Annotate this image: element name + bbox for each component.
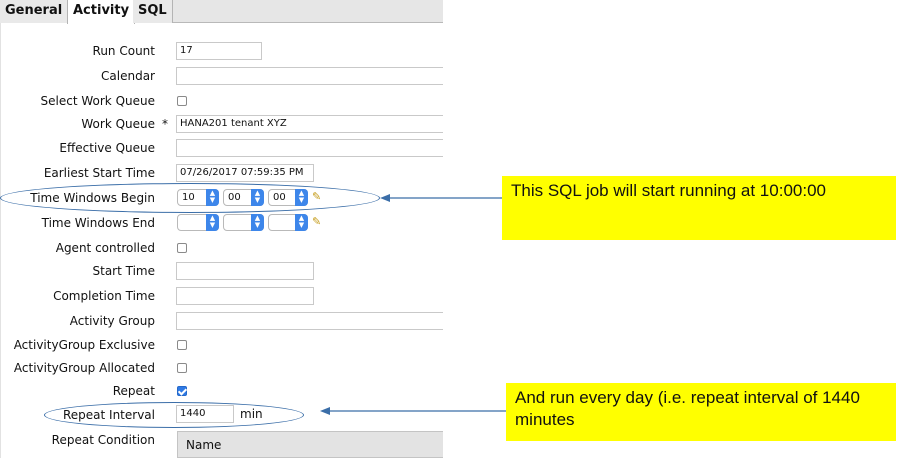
annotation-arrow-begin — [380, 194, 502, 202]
callout-repeat-interval: And run every day (i.e. repeat interval … — [506, 383, 896, 441]
annotation-arrow-interval — [320, 407, 506, 415]
callout-start-time: This SQL job will start running at 10:00… — [502, 176, 896, 240]
